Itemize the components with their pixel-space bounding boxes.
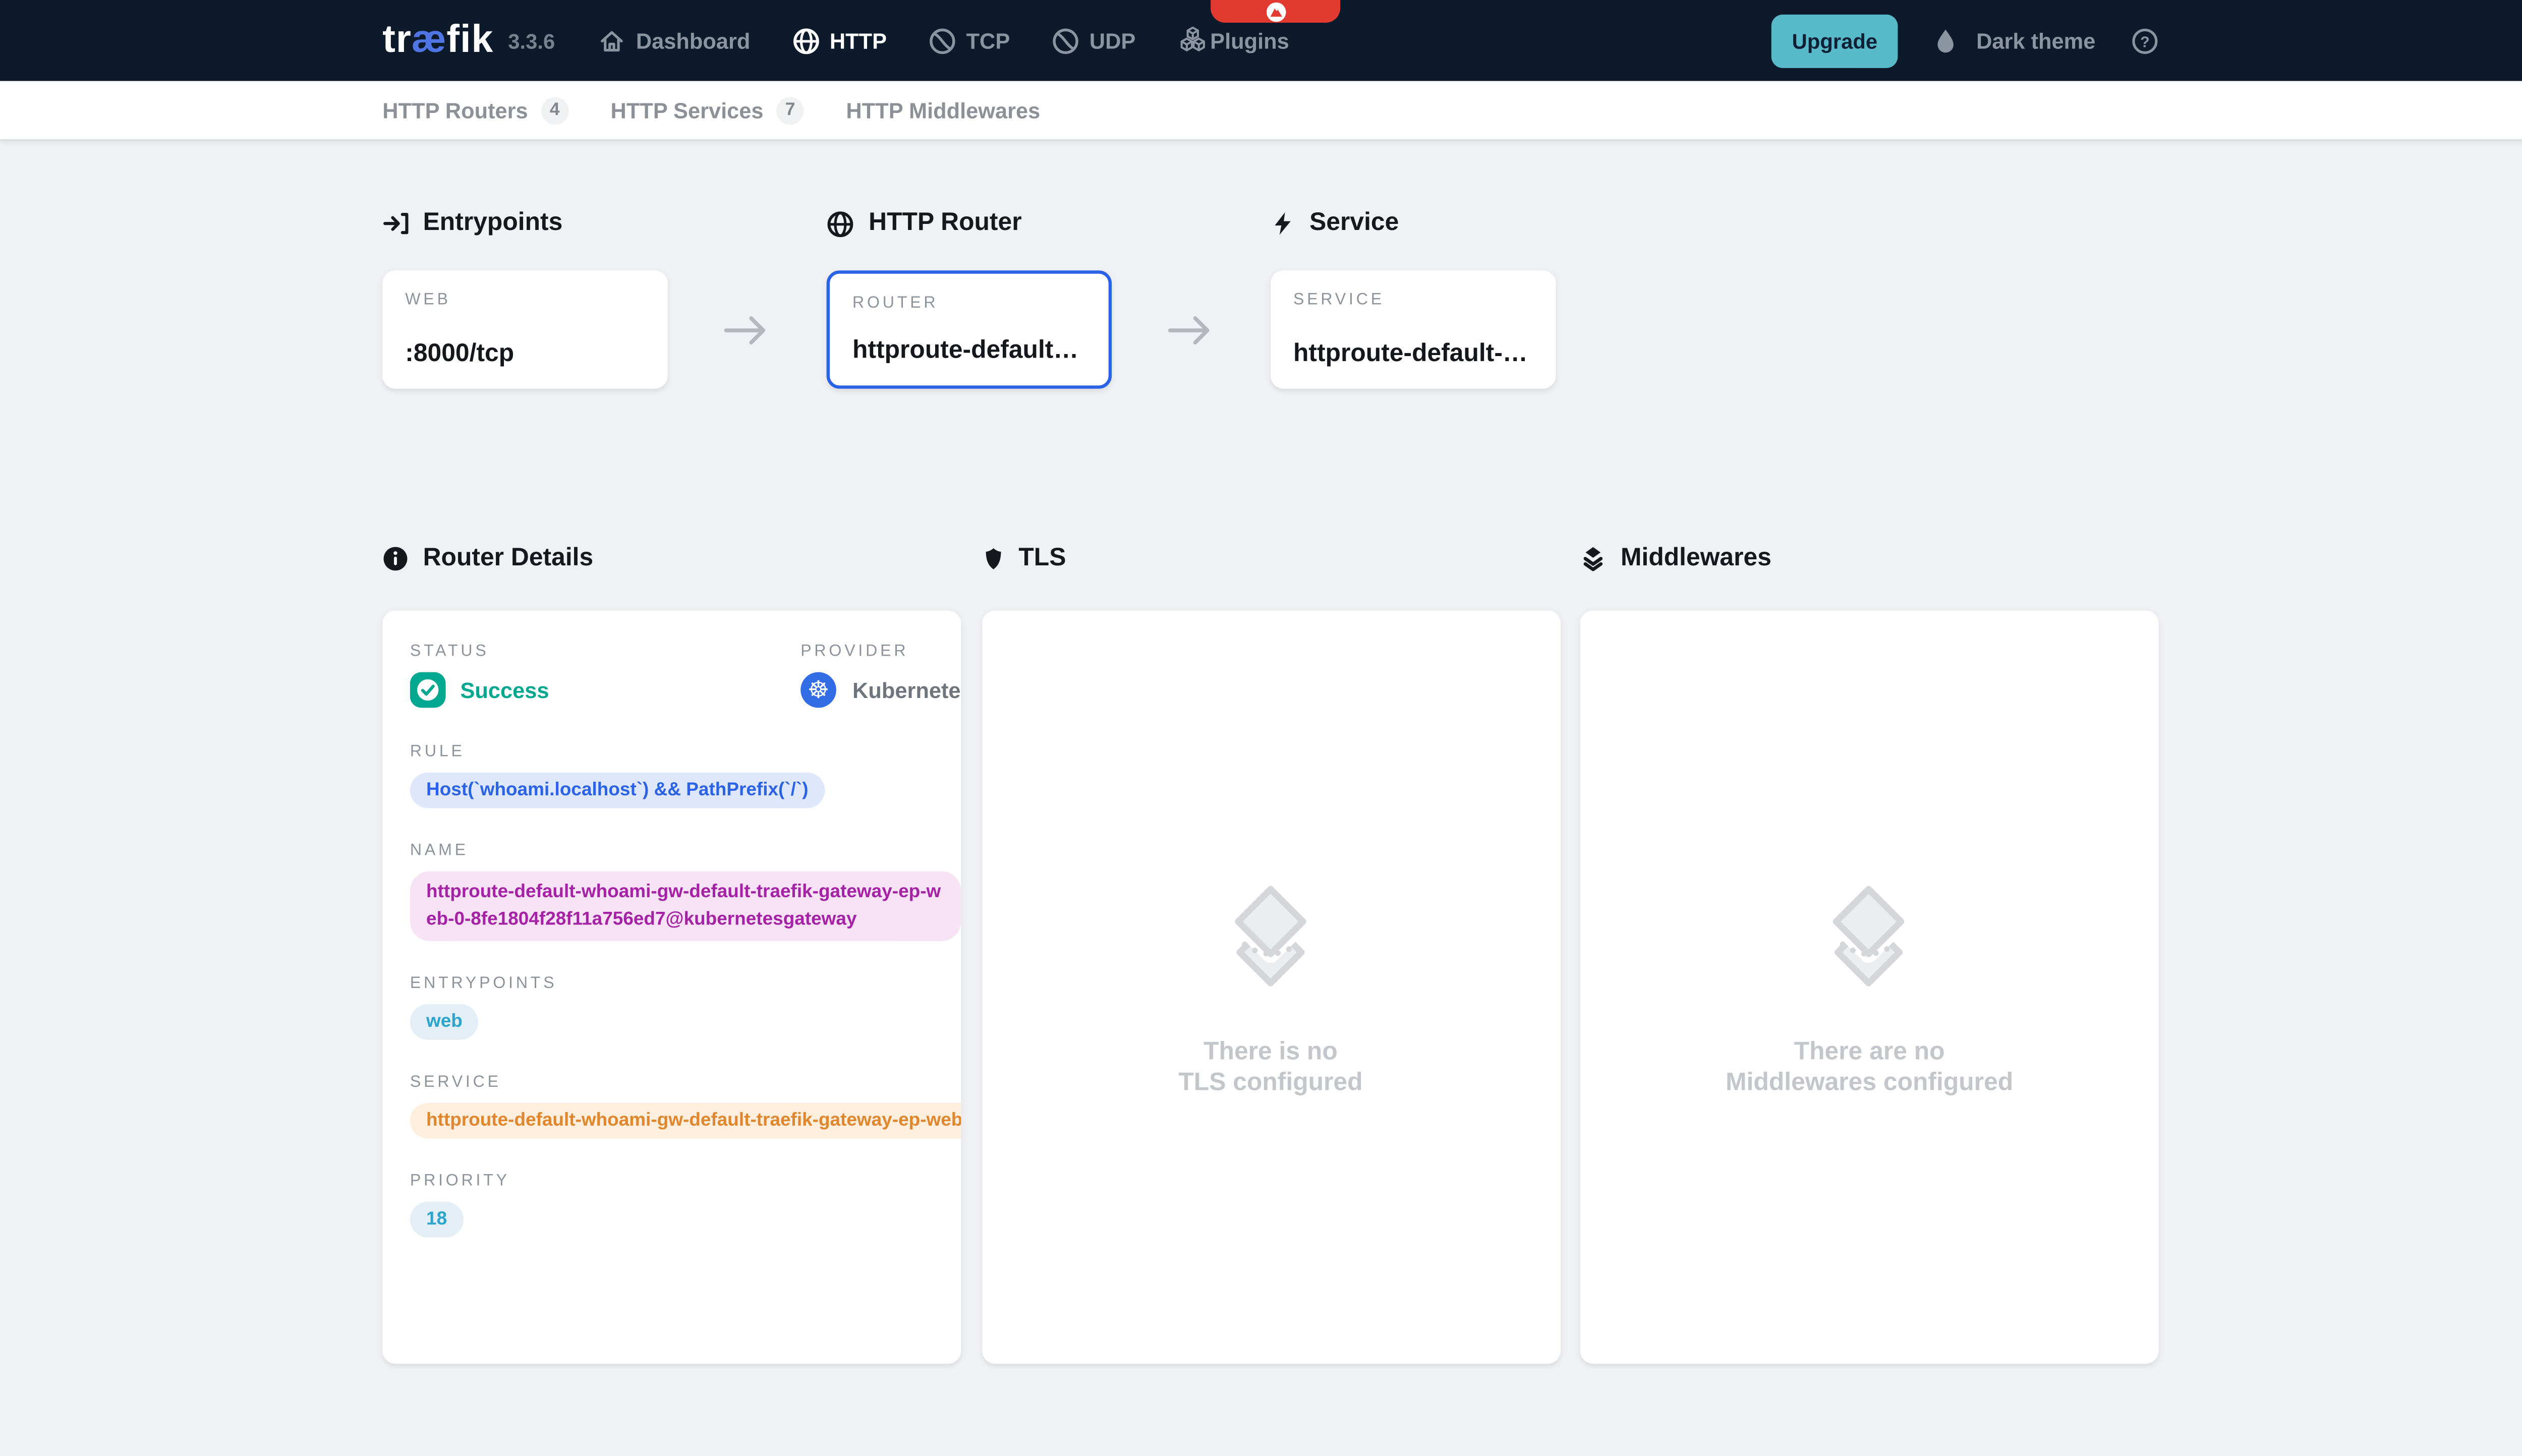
upgrade-button[interactable]: Upgrade — [1771, 14, 1899, 67]
globe-icon — [792, 27, 820, 54]
theme-toggle-label: Dark theme — [1976, 28, 2095, 52]
services-count-badge: 7 — [776, 96, 804, 124]
tab-http-routers[interactable]: HTTP Routers 4 — [382, 96, 568, 124]
http-router-section-title: HTTP Router — [827, 207, 1112, 240]
layers-icon — [1580, 546, 1606, 571]
logo-text-2: fik — [446, 18, 493, 62]
entrypoint-icon — [382, 210, 408, 236]
udp-ball-icon — [1052, 27, 1080, 54]
nav-label: HTTP — [830, 28, 887, 52]
nav-label: TCP — [966, 28, 1010, 52]
entrypoint-chip: web — [410, 1004, 479, 1040]
router-details-card: STATUS Success — [382, 611, 961, 1364]
tab-label: HTTP Middlewares — [846, 98, 1040, 122]
name-label: NAME — [410, 842, 934, 860]
nav-item-dashboard[interactable]: Dashboard — [599, 27, 750, 54]
tcp-ball-icon — [929, 27, 957, 54]
middlewares-empty-message: There are no Middlewares configured — [1726, 1036, 2013, 1098]
card-label: ROUTER — [852, 295, 1086, 312]
cubes-icon — [1178, 26, 1207, 55]
traefik-logo[interactable]: træfik — [382, 21, 493, 60]
middlewares-section-title: Middlewares — [1580, 543, 2159, 575]
kubernetes-icon: ☸ — [800, 672, 836, 708]
empty-layers-icon — [1216, 884, 1325, 993]
rule-label: RULE — [410, 743, 934, 761]
dark-theme-toggle[interactable]: Dark theme — [1934, 27, 2096, 54]
nav-item-http[interactable]: HTTP — [792, 27, 887, 54]
section-title-text: Middlewares — [1621, 544, 1771, 573]
tls-card: There is no TLS configured — [981, 611, 1560, 1364]
logo-ae: æ — [412, 18, 447, 62]
card-label: WEB — [405, 292, 645, 309]
service-card[interactable]: SERVICE httproute-default-whoami-gw-defa… — [1271, 270, 1556, 388]
page-content: Entrypoints HTTP Router Servic — [0, 141, 2522, 1456]
version-label: 3.3.6 — [508, 28, 555, 52]
empty-layers-icon — [1815, 884, 1924, 993]
section-title-text: HTTP Router — [869, 209, 1021, 238]
help-button[interactable]: ? — [2131, 27, 2159, 54]
middlewares-card: There are no Middlewares configured — [1580, 611, 2159, 1364]
router-card[interactable]: ROUTER httproute-default-whoami-gw-defau… — [827, 270, 1112, 388]
contrast-drop-icon — [1934, 27, 1959, 54]
tab-http-services[interactable]: HTTP Services 7 — [611, 96, 804, 124]
nav-label: UDP — [1090, 28, 1136, 52]
nav-label: Plugins — [1210, 28, 1289, 52]
priority-label: PRIORITY — [410, 1173, 934, 1190]
home-icon — [599, 27, 626, 54]
globe-icon — [827, 210, 854, 238]
card-label: SERVICE — [1293, 292, 1533, 309]
service-link-chip[interactable]: httproute-default-whoami-gw-default-trae… — [410, 1103, 961, 1139]
hub-mountain-icon — [1265, 1, 1286, 22]
rule-chip: Host(`whoami.localhost`) && PathPrefix(`… — [410, 773, 825, 808]
navbar-right: Upgrade Dark theme ? — [1771, 14, 2159, 67]
tls-section-title: TLS — [981, 543, 1560, 575]
provider-value: Kubernetesgateway — [852, 678, 961, 702]
service-label: SERVICE — [410, 1074, 934, 1091]
entrypoint-address: :8000/tcp — [405, 340, 645, 369]
nav-label: Dashboard — [636, 28, 751, 52]
status-success-icon — [410, 672, 446, 708]
nav-item-udp[interactable]: UDP — [1052, 27, 1136, 54]
tab-label: HTTP Routers — [382, 98, 528, 122]
tab-label: HTTP Services — [611, 98, 764, 122]
entrypoint-card[interactable]: WEB :8000/tcp — [382, 270, 667, 388]
tls-empty-message: There is no TLS configured — [1178, 1036, 1362, 1098]
router-name-chip: httproute-default-whoami-gw-default-trae… — [410, 871, 961, 941]
svg-text:?: ? — [2140, 33, 2150, 50]
help-icon: ? — [2131, 27, 2159, 54]
status-label: STATUS — [410, 643, 800, 661]
shield-icon — [981, 546, 1004, 571]
section-title-text: Service — [1309, 209, 1399, 238]
traefik-hub-tab[interactable] — [1211, 0, 1340, 23]
routers-count-badge: 4 — [541, 96, 568, 124]
lightning-bolt-icon — [1271, 210, 1295, 236]
router-details-section-title: Router Details — [382, 543, 961, 575]
main-nav: Dashboard HTTP TCP — [599, 26, 1289, 55]
entrypoints-label: ENTRYPOINTS — [410, 975, 934, 993]
flow-arrow-icon — [723, 312, 771, 347]
service-section-title: Service — [1271, 207, 1556, 240]
section-title-text: Entrypoints — [423, 209, 563, 238]
nav-item-plugins[interactable]: Plugins — [1178, 26, 1289, 55]
section-title-text: TLS — [1018, 544, 1066, 573]
logo-text: tr — [382, 18, 412, 62]
nav-item-tcp[interactable]: TCP — [929, 27, 1010, 54]
top-navbar: træfik 3.3.6 Dashboard HTTP — [0, 0, 2522, 81]
provider-label: PROVIDER — [800, 643, 961, 661]
entrypoints-section-title: Entrypoints — [382, 207, 667, 240]
service-name: httproute-default-whoami-gw-default-trae… — [1293, 340, 1533, 369]
http-subnav: HTTP Routers 4 HTTP Services 7 HTTP Midd… — [0, 81, 2522, 141]
section-title-text: Router Details — [423, 544, 594, 573]
status-value: Success — [460, 678, 549, 702]
traefik-dashboard-page: træfik 3.3.6 Dashboard HTTP — [0, 0, 2522, 1456]
router-name: httproute-default-whoami-gw-default-trae… — [852, 337, 1086, 366]
info-icon — [382, 546, 408, 571]
flow-arrow-icon — [1167, 312, 1215, 347]
priority-chip: 18 — [410, 1202, 463, 1238]
tab-http-middlewares[interactable]: HTTP Middlewares — [846, 98, 1040, 122]
